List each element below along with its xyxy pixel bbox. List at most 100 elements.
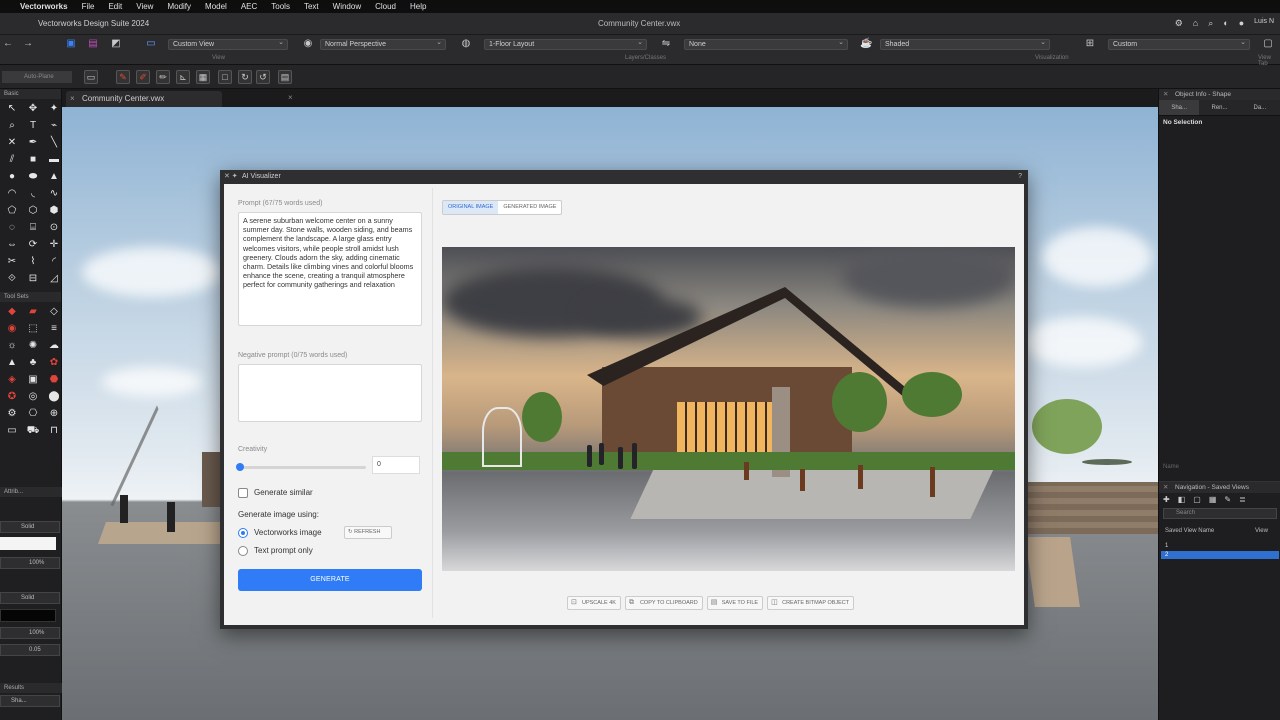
menu-view[interactable]: View <box>136 2 153 11</box>
scale-icon[interactable]: ⊞ <box>1084 38 1096 50</box>
rounded-rect-tool-icon[interactable]: ▬ <box>45 152 63 167</box>
copy-to-clipboard-button[interactable]: ⧉ COPY TO CLIPBOARD <box>624 596 703 610</box>
circle-tool-icon[interactable]: ● <box>3 169 21 184</box>
clip-tool-icon[interactable]: ⊟ <box>24 271 42 286</box>
search-icon[interactable]: ⌕ <box>1208 18 1213 29</box>
light-icon[interactable]: ✺ <box>24 338 42 353</box>
camera-icon[interactable]: ◉ <box>302 38 314 50</box>
line-thickness-field[interactable]: 0.05 <box>0 644 60 656</box>
lightbulb-icon[interactable]: ◐ <box>1223 18 1228 29</box>
upscale-button[interactable]: ⊡ UPSCALE 4K <box>567 596 621 610</box>
column-view[interactable]: View <box>1255 528 1268 534</box>
chamfer-tool-icon[interactable]: ◿ <box>45 271 63 286</box>
class-dropdown[interactable]: None <box>684 39 848 50</box>
machine-icon[interactable]: ⚙ <box>3 406 21 421</box>
view-cube-icon[interactable]: ◧ <box>1178 495 1186 504</box>
menu-modify[interactable]: Modify <box>167 2 191 11</box>
detailing-icon[interactable]: ◉ <box>3 321 21 336</box>
menu-vectorworks[interactable]: Vectorworks <box>20 2 68 11</box>
add-view-icon[interactable]: ✚ <box>1163 495 1170 504</box>
eyedropper-tool-icon[interactable]: ✒ <box>24 135 42 150</box>
3d-modeling-icon[interactable]: ⬚ <box>24 321 42 336</box>
back-arrow-icon[interactable]: ← <box>2 38 14 50</box>
split-tool-icon[interactable]: ✂ <box>3 254 21 269</box>
flyover-icon[interactable]: ◩ <box>110 38 122 50</box>
offset-tool-icon[interactable]: ⊙ <box>45 220 63 235</box>
polyline-tool-icon[interactable]: ⬠ <box>3 203 21 218</box>
tab-close-icon[interactable]: × <box>70 91 75 107</box>
dimension-tool-icon[interactable]: ✕ <box>3 135 21 150</box>
spotlight-icon[interactable]: ◎ <box>24 389 42 404</box>
mep-icon[interactable]: ⬣ <box>45 372 63 387</box>
menu-help[interactable]: Help <box>410 2 426 11</box>
rotate-mode-icon[interactable]: ↻ <box>238 70 252 84</box>
sheet-icon[interactable]: ▣ <box>65 38 77 50</box>
text-tool-icon[interactable]: T <box>24 118 42 133</box>
edit-view-icon[interactable]: ✎ <box>1224 495 1231 504</box>
forward-arrow-icon[interactable]: → <box>22 38 34 50</box>
spiral-tool-icon[interactable]: ◌ <box>3 220 21 235</box>
rect-mode-icon[interactable]: □ <box>218 70 232 84</box>
rotate-left-icon[interactable]: ↺ <box>256 70 270 84</box>
projection-dropdown[interactable]: Normal Perspective <box>320 39 446 50</box>
new-tab-icon[interactable]: × <box>288 93 293 102</box>
flyover-tool-icon[interactable]: ✦ <box>45 101 63 116</box>
entertainment-icon[interactable]: ✪ <box>3 389 21 404</box>
auto-plane-button[interactable]: Auto-Plane <box>2 71 72 83</box>
line-tool-icon[interactable]: ╲ <box>45 135 63 150</box>
pen-color-swatch[interactable] <box>0 609 56 622</box>
cloud-tool-icon[interactable]: ☁ <box>45 338 63 353</box>
fixture-icon[interactable]: ⬤ <box>45 389 63 404</box>
pen-style-dropdown[interactable]: Solid <box>0 592 60 604</box>
pen-opacity-field[interactable]: 100% <box>0 627 60 639</box>
door-icon[interactable]: ⊓ <box>45 423 63 438</box>
freehand-tool-icon[interactable]: ∿ <box>45 186 63 201</box>
gear-icon[interactable]: ⚙ <box>1175 18 1183 29</box>
visualization-icon[interactable]: ☼ <box>3 338 21 353</box>
pan-tool-icon[interactable]: ✥ <box>24 101 42 116</box>
menu-text[interactable]: Text <box>304 2 319 11</box>
rigging-icon[interactable]: ⊕ <box>45 406 63 421</box>
building-shell-icon[interactable]: ◆ <box>3 304 21 319</box>
refresh-button[interactable]: ↻ REFRESH <box>344 526 392 539</box>
cable-icon[interactable]: ⎔ <box>24 406 42 421</box>
navigation-search-input[interactable]: Search <box>1163 508 1277 519</box>
plants-icon[interactable]: ✿ <box>45 355 63 370</box>
menu-edit[interactable]: Edit <box>108 2 122 11</box>
fullscreen-icon[interactable]: ▢ <box>1262 38 1274 50</box>
polygon-tool-icon[interactable]: ⬡ <box>24 203 42 218</box>
create-bitmap-button[interactable]: ◫ CREATE BITMAP OBJECT <box>767 596 855 610</box>
vehicle-icon[interactable]: ⛟ <box>24 423 42 438</box>
spaces-icon[interactable]: ▣ <box>24 372 42 387</box>
double-line-tool-icon[interactable]: ⫽ <box>3 152 21 167</box>
fill-opacity-field[interactable]: 100% <box>0 557 60 569</box>
grid-view-icon[interactable]: ▦ <box>1209 495 1217 504</box>
connect-tool-icon[interactable]: ⌇ <box>24 254 42 269</box>
palette-close-icon[interactable]: ✕ <box>1163 89 1168 100</box>
layer-dropdown[interactable]: 1-Floor Layout <box>484 39 647 50</box>
column-saved-view-name[interactable]: Saved View Name <box>1165 528 1214 534</box>
arc-tool-icon[interactable]: ◠ <box>3 186 21 201</box>
document-tab[interactable]: × Community Center.vwx <box>66 91 222 107</box>
saved-view-row[interactable]: 2 <box>1161 551 1279 559</box>
layer-icon[interactable]: ▤ <box>87 38 99 50</box>
text-prompt-radio[interactable] <box>238 546 248 556</box>
furniture-icon[interactable]: ◈ <box>3 372 21 387</box>
nav-close-icon[interactable]: ✕ <box>1163 482 1168 493</box>
creativity-slider-handle[interactable] <box>236 463 244 471</box>
object-tool-icon[interactable]: ◇ <box>45 304 63 319</box>
rotate-tool-icon[interactable]: ⟳ <box>24 237 42 252</box>
list-view-icon[interactable]: ≣ <box>1239 495 1246 504</box>
save-to-file-button[interactable]: ▤ SAVE TO FILE <box>706 596 764 610</box>
generate-button[interactable]: GENERATE <box>238 569 422 591</box>
user-name[interactable]: Luis N <box>1254 18 1274 29</box>
prompt-textarea[interactable]: A serene suburban welcome center on a su… <box>238 212 422 326</box>
grid-icon[interactable]: ▦ <box>196 70 210 84</box>
negative-prompt-textarea[interactable] <box>238 364 422 422</box>
plane-icon[interactable]: ▭ <box>84 70 98 84</box>
rectangle-tool-icon[interactable]: ■ <box>24 152 42 167</box>
wall-icon[interactable]: ▰ <box>24 304 42 319</box>
callout-tool-icon[interactable]: ⌁ <box>45 118 63 133</box>
triangle-tool-icon[interactable]: ▲ <box>45 169 63 184</box>
menu-window[interactable]: Window <box>333 2 361 11</box>
